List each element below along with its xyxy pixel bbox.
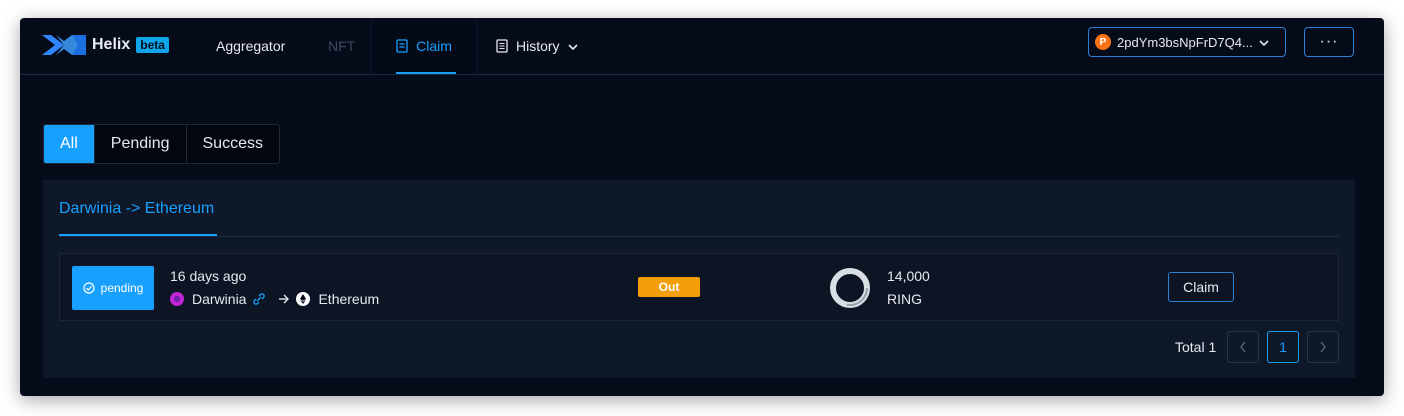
table-row: pending 16 days ago Darwinia Ethereum Ou… <box>59 253 1339 321</box>
active-nav-underline <box>396 72 456 74</box>
transfer-route: Darwinia Ethereum <box>170 291 379 307</box>
status-text: pending <box>100 281 144 295</box>
clock-icon <box>83 282 95 294</box>
darwinia-icon <box>170 292 184 306</box>
token-symbol: RING <box>887 291 922 307</box>
arrow-right-icon <box>278 294 290 304</box>
nav-nft[interactable]: NFT <box>328 18 355 74</box>
nav-aggregator[interactable]: Aggregator <box>216 18 285 74</box>
prev-page-button[interactable] <box>1227 331 1259 363</box>
token-amount: 14,000 <box>887 268 930 284</box>
helix-logo-icon <box>42 35 86 55</box>
claim-button[interactable]: Claim <box>1168 272 1234 302</box>
top-navbar: Helix beta Aggregator NFT Claim History <box>20 18 1384 75</box>
next-page-button[interactable] <box>1307 331 1339 363</box>
records-panel: Darwinia -> Ethereum pending 16 days ago… <box>43 180 1355 378</box>
nav-nft-label: NFT <box>328 38 356 54</box>
nav-aggregator-label: Aggregator <box>216 38 286 54</box>
link-icon[interactable] <box>252 292 266 306</box>
more-dots-icon: ··· <box>1319 33 1339 50</box>
timestamp: 16 days ago <box>170 268 247 284</box>
ring-token-icon <box>830 268 870 313</box>
filter-pending[interactable]: Pending <box>94 125 187 163</box>
history-icon <box>496 39 508 53</box>
polkadot-icon: P <box>1095 34 1111 50</box>
chevron-right-icon <box>1320 341 1326 353</box>
status-badge: pending <box>72 266 154 310</box>
ethereum-icon <box>296 292 311 306</box>
more-menu-button[interactable]: ··· <box>1304 27 1354 57</box>
page-number-current[interactable]: 1 <box>1267 331 1299 363</box>
target-chain: Ethereum <box>318 291 380 307</box>
tab-darwinia-ethereum[interactable]: Darwinia -> Ethereum <box>59 200 214 218</box>
account-address: 2pdYm3bsNpFrD7Q4... <box>1117 34 1253 50</box>
active-tab-underline <box>59 234 217 236</box>
nav-history-label: History <box>516 38 560 54</box>
direction-badge: Out <box>638 277 700 297</box>
chevron-down-icon <box>1259 35 1269 50</box>
brand-name: Helix <box>92 36 131 53</box>
chevron-left-icon <box>1240 341 1246 353</box>
account-selector[interactable]: P 2pdYm3bsNpFrD7Q4... <box>1088 27 1286 57</box>
source-chain: Darwinia <box>192 291 247 307</box>
claim-icon <box>396 39 408 53</box>
nav-claim[interactable]: Claim <box>371 18 477 74</box>
logo[interactable]: Helix beta <box>42 32 169 58</box>
filter-success[interactable]: Success <box>186 125 279 163</box>
app-window: Helix beta Aggregator NFT Claim History <box>20 18 1384 396</box>
filter-all[interactable]: All <box>44 125 95 163</box>
chevron-down-icon <box>567 38 578 54</box>
pagination-total: Total 1 <box>1175 339 1217 355</box>
nav-claim-label: Claim <box>416 38 452 54</box>
nav-history[interactable]: History <box>496 18 578 74</box>
status-filter-tabs: All Pending Success <box>43 124 280 164</box>
beta-badge: beta <box>136 37 169 53</box>
divider <box>59 236 1339 237</box>
